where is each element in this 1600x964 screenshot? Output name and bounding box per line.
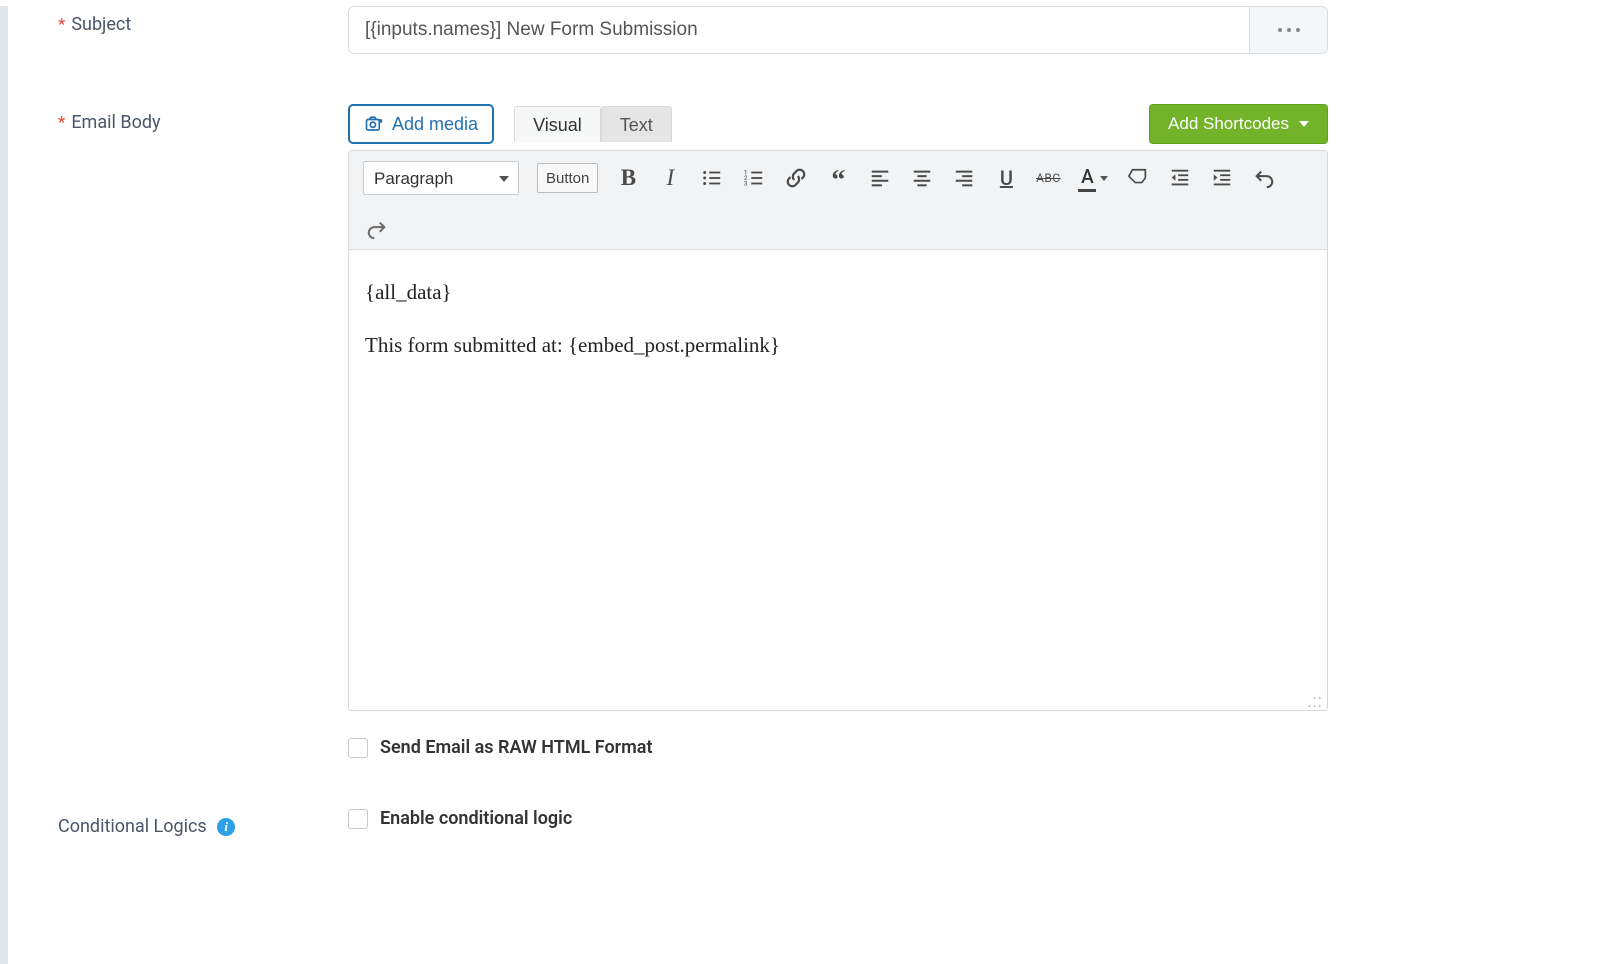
chevron-down-icon xyxy=(1299,121,1309,127)
conditional-row: Conditional Logics i Enable conditional … xyxy=(8,808,1600,837)
emailbody-label-col: * Email Body xyxy=(58,104,348,133)
emailbody-label: Email Body xyxy=(71,112,160,133)
text-color-picker[interactable]: A xyxy=(1078,165,1108,192)
conditional-label: Conditional Logics xyxy=(58,816,207,837)
editor-content-area[interactable]: {all_data} This form submitted at: {embe… xyxy=(349,250,1327,690)
subject-field-col xyxy=(348,6,1368,54)
raw-html-row: Send Email as RAW HTML Format xyxy=(348,737,1328,758)
redo-icon[interactable] xyxy=(365,217,389,241)
add-shortcodes-button[interactable]: Add Shortcodes xyxy=(1149,104,1328,144)
subject-input-group xyxy=(348,6,1328,54)
body-line-1: {all_data} xyxy=(365,276,1311,309)
link-icon[interactable] xyxy=(784,166,808,190)
body-line-2: This form submitted at: {embed_post.perm… xyxy=(365,329,1311,362)
editor-toolbar: Paragraph Button B I 123 “ xyxy=(349,151,1327,250)
insert-button-btn[interactable]: Button xyxy=(537,163,598,193)
wysiwyg-editor: Paragraph Button B I 123 “ xyxy=(348,150,1328,711)
strikethrough-icon[interactable]: ABC xyxy=(1036,166,1060,190)
blockquote-icon[interactable]: “ xyxy=(826,166,850,190)
align-center-icon[interactable] xyxy=(910,166,934,190)
info-icon[interactable]: i xyxy=(217,818,235,836)
undo-icon[interactable] xyxy=(1252,166,1276,190)
tab-visual[interactable]: Visual xyxy=(514,106,601,142)
underline-icon[interactable]: U xyxy=(994,166,1018,190)
subject-more-button[interactable] xyxy=(1249,7,1327,53)
tab-text[interactable]: Text xyxy=(601,106,672,142)
chevron-down-icon xyxy=(1100,176,1108,181)
required-star: * xyxy=(58,15,65,35)
shortcodes-label: Add Shortcodes xyxy=(1168,114,1289,134)
bullet-list-icon[interactable] xyxy=(700,166,724,190)
format-select-wrap: Paragraph xyxy=(363,161,519,195)
resize-handle[interactable]: ..... xyxy=(349,690,1327,710)
editor-mode-tabs: Visual Text xyxy=(514,106,672,142)
raw-html-label: Send Email as RAW HTML Format xyxy=(380,737,653,758)
subject-label: Subject xyxy=(71,14,131,35)
numbered-list-icon[interactable]: 123 xyxy=(742,166,766,190)
add-media-button[interactable]: Add media xyxy=(348,104,494,144)
ellipsis-icon xyxy=(1278,28,1300,32)
email-body-row: * Email Body Add media Visual Text Add Sh… xyxy=(8,104,1600,758)
align-right-icon[interactable] xyxy=(952,166,976,190)
editor-top-bar: Add media Visual Text Add Shortcodes xyxy=(348,104,1328,144)
toolbar-second-row xyxy=(363,213,1313,241)
subject-row: * Subject xyxy=(8,6,1600,54)
conditional-checkbox[interactable] xyxy=(348,809,368,829)
conditional-field-col: Enable conditional logic xyxy=(348,808,1368,829)
svg-text:3: 3 xyxy=(744,179,748,187)
required-star: * xyxy=(58,113,65,133)
clear-format-icon[interactable] xyxy=(1126,166,1150,190)
conditional-enable-label: Enable conditional logic xyxy=(380,808,572,829)
bold-icon[interactable]: B xyxy=(616,166,640,190)
align-left-icon[interactable] xyxy=(868,166,892,190)
conditional-label-col: Conditional Logics i xyxy=(58,808,348,837)
raw-html-checkbox[interactable] xyxy=(348,738,368,758)
subject-label-col: * Subject xyxy=(58,6,348,35)
outdent-icon[interactable] xyxy=(1168,166,1192,190)
add-media-label: Add media xyxy=(392,114,478,135)
subject-input[interactable] xyxy=(349,7,1249,53)
conditional-enable-row: Enable conditional logic xyxy=(348,808,1328,829)
emailbody-field-col: Add media Visual Text Add Shortcodes Par… xyxy=(348,104,1368,758)
camera-icon xyxy=(364,115,384,133)
italic-icon[interactable]: I xyxy=(658,166,682,190)
format-select[interactable]: Paragraph xyxy=(363,161,519,195)
indent-icon[interactable] xyxy=(1210,166,1234,190)
